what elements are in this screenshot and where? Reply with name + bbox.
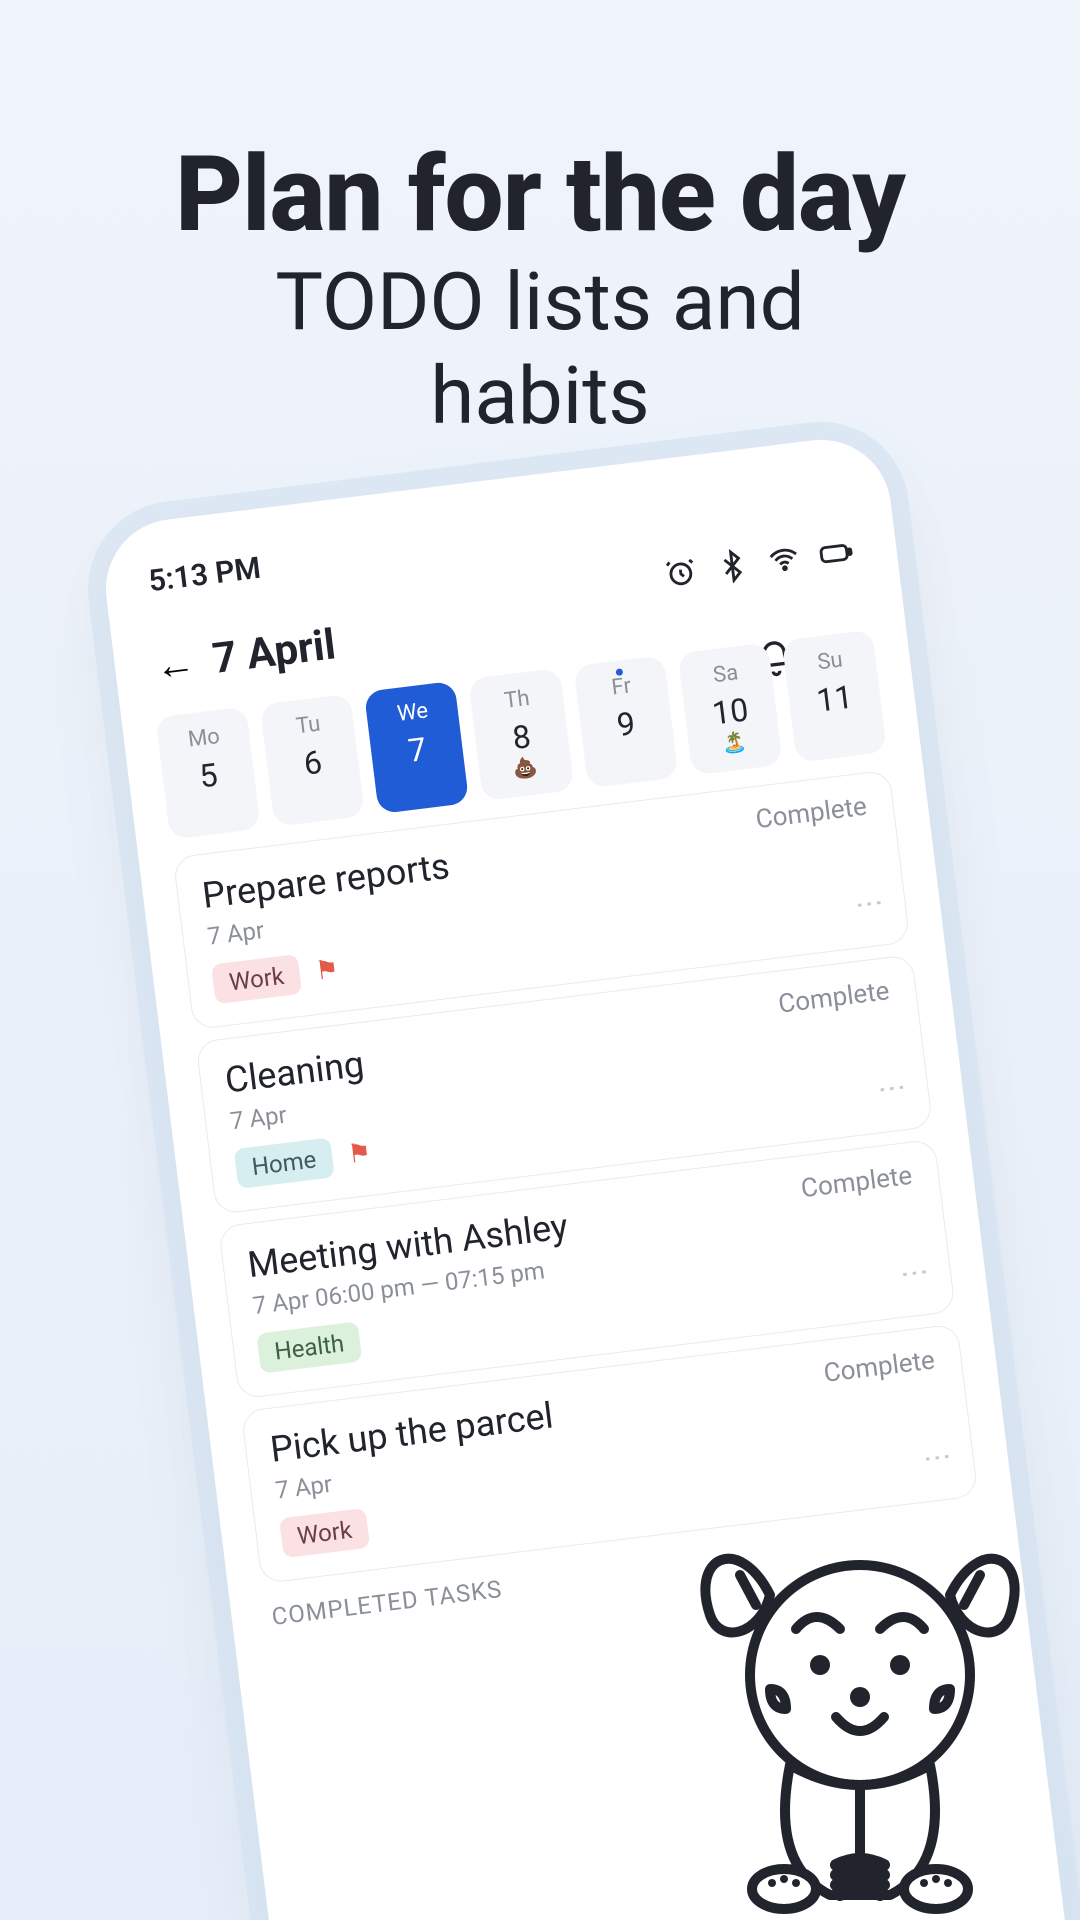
day-of-week: Sa (679, 656, 773, 692)
day-of-week: We (366, 695, 460, 731)
hero: Plan for the day TODO lists and habits (0, 0, 1080, 438)
hero-subtitle-line1: TODO lists and (0, 260, 1080, 344)
day-of-week: Mo (157, 720, 251, 756)
task-tag[interactable]: Home (234, 1137, 335, 1188)
day-cell-sa[interactable]: Sa10🏝️ (677, 642, 782, 775)
day-number: 6 (265, 738, 360, 787)
day-cell-th[interactable]: Th8💩 (469, 668, 574, 801)
day-number: 5 (161, 751, 256, 800)
status-bar: 5:13 PM (136, 474, 858, 604)
more-button[interactable]: ⋮ (897, 1257, 933, 1291)
task-tag[interactable]: Work (211, 954, 302, 1004)
back-button[interactable]: ← (153, 642, 198, 687)
mascot-illustration (660, 1500, 1060, 1920)
alarm-icon (662, 554, 701, 600)
status-time: 5:13 PM (147, 550, 263, 598)
day-cell-fr[interactable]: Fr9 (573, 655, 678, 788)
bluetooth-icon (713, 547, 752, 593)
flag-icon: ⚑ (314, 954, 341, 987)
task-tag[interactable]: Health (256, 1321, 362, 1373)
more-button[interactable]: ⋮ (875, 1073, 911, 1107)
day-cell-tu[interactable]: Tu6 (260, 694, 365, 827)
day-cell-mo[interactable]: Mo5 (155, 706, 260, 839)
wifi-icon (765, 541, 804, 587)
day-of-week: Th (470, 682, 564, 718)
hero-title: Plan for the day (0, 140, 1080, 250)
page-title: 7 April (210, 620, 338, 684)
day-of-week: Tu (262, 708, 356, 744)
day-of-week: Su (783, 643, 877, 679)
tasks-list: Prepare reports7 AprWork⚑Complete⋮Cleani… (173, 770, 979, 1585)
day-number: 7 (370, 725, 465, 774)
day-number: 11 (787, 674, 882, 723)
task-tag[interactable]: Work (279, 1508, 370, 1558)
more-button[interactable]: ⋮ (852, 888, 888, 922)
day-number: 9 (578, 700, 673, 749)
battery-icon (817, 534, 856, 580)
day-cell-we[interactable]: We7 (364, 681, 469, 814)
more-button[interactable]: ⋮ (920, 1442, 956, 1476)
flag-icon: ⚑ (346, 1138, 373, 1171)
day-cell-su[interactable]: Su11 (782, 630, 887, 763)
